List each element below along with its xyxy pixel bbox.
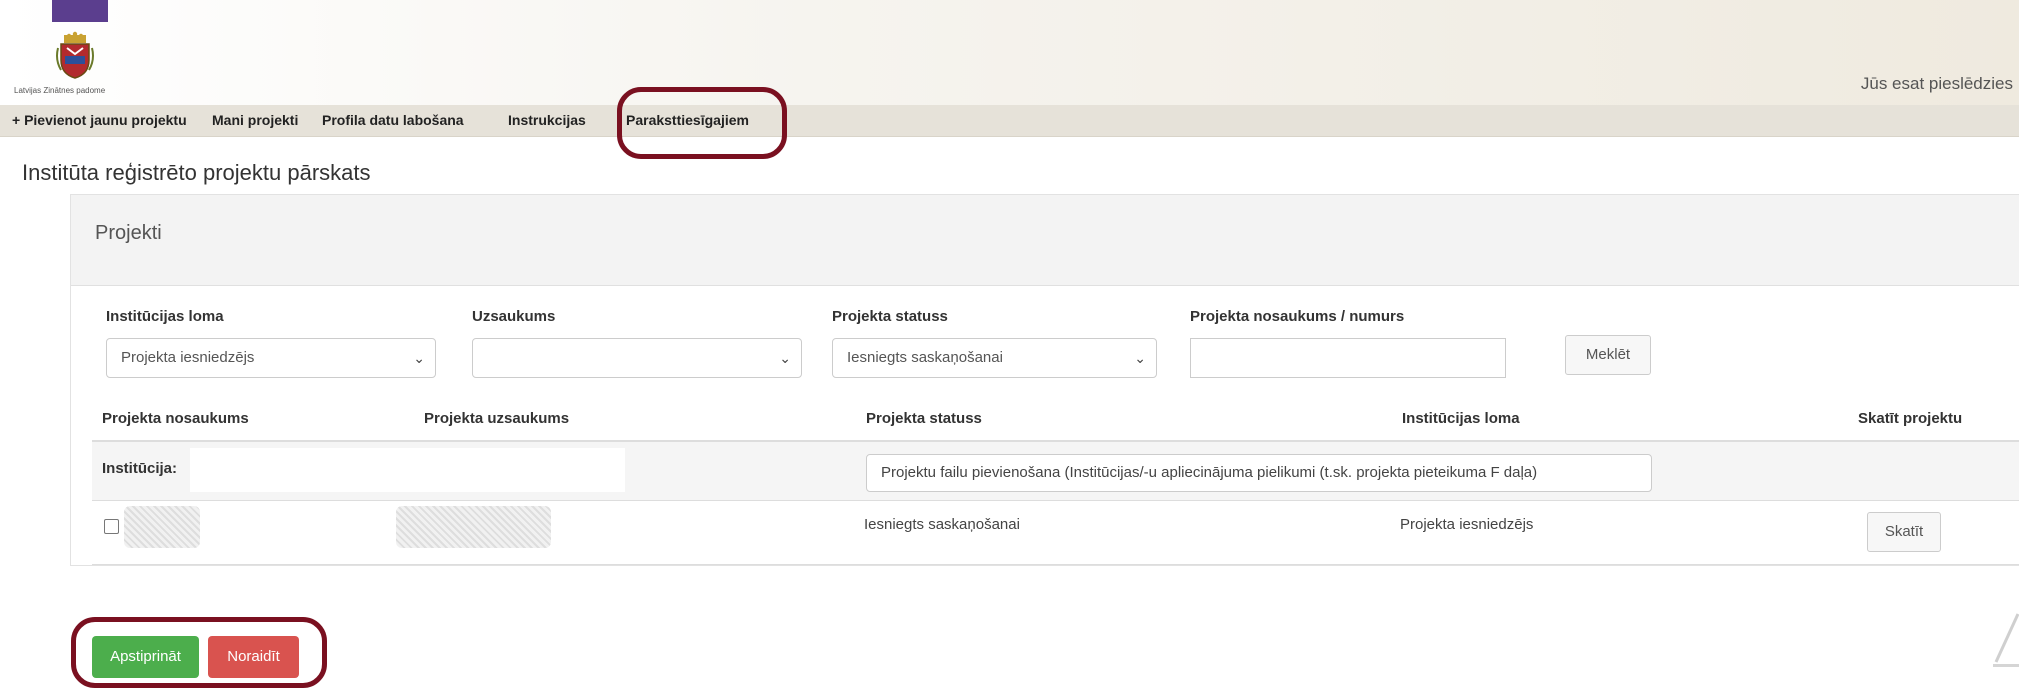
col-view-project: Skatīt projektu xyxy=(1858,410,1963,427)
status-select[interactable]: Iesniegts saskaņošanai ⌄ xyxy=(832,338,1157,378)
name-filter-label: Projekta nosaukums / numurs xyxy=(1190,308,1405,325)
nav-profile-edit[interactable]: Profila datu labošana xyxy=(322,105,464,136)
chevron-down-icon: ⌄ xyxy=(413,350,425,366)
row-role: Projekta iesniedzējs xyxy=(1400,516,1534,533)
row-select-checkbox[interactable] xyxy=(104,519,119,534)
panel-title: Projekti xyxy=(95,222,162,244)
main-nav: + Pievienot jaunu projektu Mani projekti… xyxy=(0,105,2019,137)
site-header: Latvijas Zinātnes padome Jūs esat pieslē… xyxy=(0,0,2019,105)
nav-add-project[interactable]: + Pievienot jaunu projektu xyxy=(12,105,187,136)
corner-divider xyxy=(1993,664,2019,667)
redacted-project-call xyxy=(396,506,551,548)
nav-instructions[interactable]: Instrukcijas xyxy=(508,105,586,136)
call-select[interactable]: ⌄ xyxy=(472,338,802,378)
org-name: Latvijas Zinātnes padome xyxy=(14,86,106,95)
call-filter-label: Uzsaukums xyxy=(472,308,556,325)
project-name-input[interactable] xyxy=(1190,338,1506,378)
coat-of-arms-icon[interactable] xyxy=(55,30,95,80)
col-institution-role: Institūcijas loma xyxy=(1402,410,1520,427)
col-project-call: Projekta uzsaukums xyxy=(424,410,570,427)
role-filter-label: Institūcijas loma xyxy=(106,308,224,325)
panel-header: Projekti xyxy=(71,195,2019,286)
page-title: Institūta reģistrēto projektu pārskats xyxy=(22,160,371,185)
col-project-status: Projekta statuss xyxy=(866,410,982,427)
col-project-name: Projekta nosaukums xyxy=(102,410,249,427)
role-select-value: Projekta iesniedzējs xyxy=(121,349,255,366)
status-column-filter[interactable]: Projektu failu pievienošana (Institūcija… xyxy=(866,454,1652,492)
row-status: Iesniegts saskaņošanai xyxy=(864,516,1020,533)
redacted-project-name xyxy=(124,506,200,548)
role-select[interactable]: Projekta iesniedzējs ⌄ xyxy=(106,338,436,378)
status-filter-label: Projekta statuss xyxy=(832,308,948,325)
resize-corner-icon xyxy=(1994,613,2019,663)
nav-highlight-annotation xyxy=(617,87,787,159)
nav-my-projects[interactable]: Mani projekti xyxy=(212,105,298,136)
institution-input[interactable] xyxy=(190,448,625,492)
chevron-down-icon: ⌄ xyxy=(779,350,791,366)
chevron-down-icon: ⌄ xyxy=(1134,350,1146,366)
table-row xyxy=(92,501,2019,565)
actions-highlight-annotation xyxy=(71,617,327,688)
institution-label: Institūcija: xyxy=(102,460,178,477)
brand-color-bar xyxy=(52,0,108,22)
status-select-value: Iesniegts saskaņošanai xyxy=(847,349,1003,366)
view-project-button[interactable]: Skatīt xyxy=(1867,512,1941,552)
search-button[interactable]: Meklēt xyxy=(1565,335,1651,375)
login-status: Jūs esat pieslēdzies xyxy=(1860,74,2013,93)
